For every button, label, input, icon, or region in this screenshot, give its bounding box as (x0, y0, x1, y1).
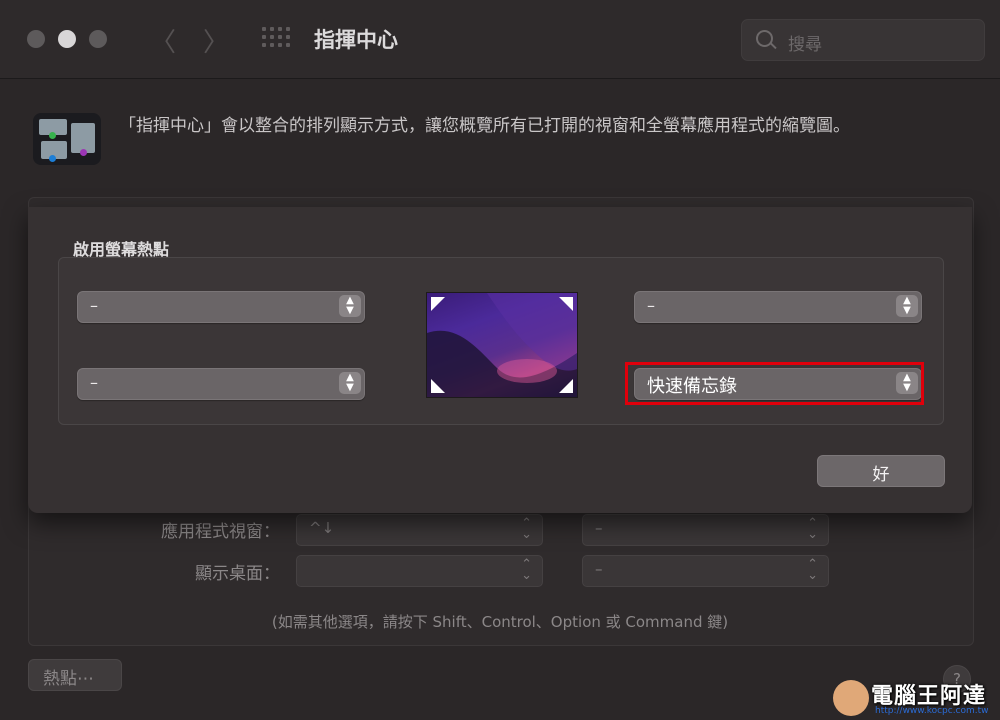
chevron-updown-icon: ▲ ▼ (896, 295, 918, 317)
chevron-updown-icon: ▲ ▼ (339, 295, 361, 317)
chevron-updown-icon: ⌃ ⌄ (807, 516, 818, 542)
chevron-updown-icon: ⌃ ⌄ (807, 557, 818, 583)
bottom-left-corner-select[interactable]: – ▲ ▼ (77, 368, 365, 400)
hot-corners-button-label: 熱點⋯ (43, 669, 94, 689)
title-bar: 〈 〉 指揮中心 搜尋 (0, 0, 1000, 79)
forward-arrow-icon[interactable]: 〉 (203, 22, 229, 59)
app-windows-shortcut-value: ^↓ (309, 519, 335, 537)
search-icon (756, 30, 773, 47)
show-desktop-shortcut-select[interactable]: ⌃ ⌄ (296, 555, 543, 587)
zoom-window-button[interactable] (89, 30, 107, 48)
top-left-corner-value: – (90, 296, 98, 315)
pane-description: 「指揮中心」會以整合的排列顯示方式，讓您概覽所有已打開的視窗和全螢幕應用程式的縮… (119, 116, 850, 136)
ok-button[interactable]: 好 (817, 455, 945, 487)
show-desktop-mouse-select[interactable]: – ⌃ ⌄ (582, 555, 829, 587)
ok-button-label: 好 (872, 465, 890, 485)
corner-top-left-icon (431, 297, 445, 311)
top-right-corner-value: – (647, 296, 655, 315)
watermark: 電腦王阿達 http://www.kocpc.com.tw (833, 676, 998, 720)
show-desktop-label: 顯示桌面： (195, 564, 280, 584)
app-windows-mouse-value: – (595, 519, 603, 537)
window-title: 指揮中心 (314, 28, 398, 52)
chevron-updown-icon: ▲ ▼ (339, 372, 361, 394)
bottom-right-highlight-box (625, 362, 924, 405)
hot-corners-sheet: 啟用螢幕熱點 – ▲ ▼ – ▲ ▼ – ▲ ▼ 快速備忘錄 ▲ ▼ 好 (28, 207, 972, 513)
watermark-mascot-icon (833, 680, 869, 716)
hot-corners-button[interactable]: 熱點⋯ (28, 659, 122, 691)
top-left-corner-select[interactable]: – ▲ ▼ (77, 291, 365, 323)
top-right-corner-select[interactable]: – ▲ ▼ (634, 291, 922, 323)
back-arrow-icon[interactable]: 〈 (150, 22, 176, 59)
close-window-button[interactable] (27, 30, 45, 48)
minimize-window-button[interactable] (58, 30, 76, 48)
show-desktop-mouse-value: – (595, 560, 603, 578)
app-windows-label: 應用程式視窗： (161, 522, 280, 542)
chevron-updown-icon: ⌃ ⌄ (521, 516, 532, 542)
desktop-preview (426, 292, 578, 398)
mission-control-app-icon (33, 113, 101, 165)
search-placeholder: 搜尋 (788, 35, 822, 55)
modifier-hint: (如需其他選項，請按下 Shift、Control、Option 或 Comma… (271, 613, 729, 631)
app-windows-mouse-select[interactable]: – ⌃ ⌄ (582, 514, 829, 546)
search-field[interactable]: 搜尋 (741, 19, 985, 61)
bottom-left-corner-value: – (90, 373, 98, 392)
watermark-url: http://www.kocpc.com.tw (875, 706, 989, 716)
show-all-grid-icon[interactable] (262, 27, 290, 51)
app-windows-shortcut-select[interactable]: ^↓ ⌃ ⌄ (296, 514, 543, 546)
chevron-updown-icon: ⌃ ⌄ (521, 557, 532, 583)
